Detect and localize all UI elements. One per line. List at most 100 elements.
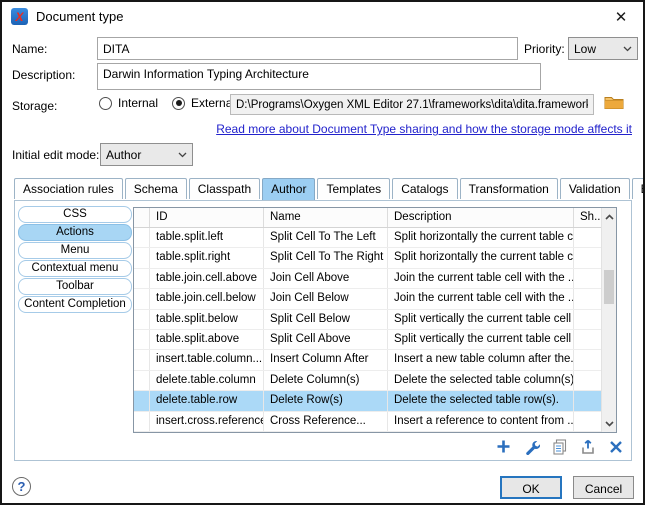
cell-id: table.split.right <box>150 248 264 267</box>
edit-action-wrench-icon[interactable] <box>523 438 540 455</box>
table-row-selected[interactable]: delete.table.row Delete Row(s) Delete th… <box>134 391 616 411</box>
table-row[interactable]: insert.table.column.... Insert Column Af… <box>134 350 616 370</box>
duplicate-action-icon[interactable] <box>551 438 568 455</box>
cell-shortcut <box>574 228 601 247</box>
description-input[interactable]: Darwin Information Typing Architecture <box>97 63 541 90</box>
table-row[interactable]: table.split.below Split Cell Below Split… <box>134 310 616 330</box>
tab-bar: Association rules Schema Classpath Autho… <box>14 178 645 199</box>
tab-templates[interactable]: Templates <box>317 178 390 199</box>
table-row[interactable]: insert.cross.reference Cross Reference..… <box>134 412 616 432</box>
chevron-down-icon <box>178 152 187 158</box>
edit-mode-select[interactable]: Author <box>100 143 193 166</box>
cell-name: Split Cell To The Left <box>264 228 388 247</box>
storage-internal-radio[interactable]: Internal <box>99 96 158 110</box>
window-title: Document type <box>36 9 123 24</box>
table-row[interactable]: table.split.right Split Cell To The Righ… <box>134 248 616 268</box>
tab-schema[interactable]: Schema <box>125 178 187 199</box>
column-header-name[interactable]: Name <box>264 208 388 227</box>
oxygen-app-icon: X <box>11 8 28 25</box>
tab-catalogs[interactable]: Catalogs <box>392 178 457 199</box>
sidebar-item-content-completion[interactable]: Content Completion <box>18 296 132 313</box>
cell-shortcut <box>574 269 601 288</box>
delete-action-icon[interactable] <box>607 438 624 455</box>
storage-label: Storage: <box>12 99 57 113</box>
table-row[interactable]: table.split.left Split Cell To The Left … <box>134 228 616 248</box>
cell-id: insert.table.column.... <box>150 350 264 369</box>
cell-shortcut <box>574 310 601 329</box>
cell-name: Split Cell Above <box>264 330 388 349</box>
cell-shortcut <box>574 391 601 410</box>
cell-shortcut <box>574 412 601 431</box>
radio-circle-icon <box>172 97 185 110</box>
cell-name: Insert Column After <box>264 350 388 369</box>
actions-table: ID Name Description Sh... table.split.le… <box>133 207 617 433</box>
scrollbar-up-icon[interactable] <box>602 209 616 224</box>
priority-select[interactable]: Low <box>568 37 638 60</box>
tab-author[interactable]: Author <box>262 178 315 200</box>
document-type-dialog: X Document type ✕ Name: Priority: Low De… <box>0 0 645 505</box>
tab-classpath[interactable]: Classpath <box>189 178 260 199</box>
column-header-gutter <box>134 208 150 227</box>
cell-description: Split vertically the current table cell … <box>388 310 574 329</box>
name-label: Name: <box>12 42 47 56</box>
export-action-icon[interactable] <box>579 438 596 455</box>
cell-description: Insert a reference to content from ... <box>388 412 574 431</box>
cell-description: Insert a new table column after the... <box>388 350 574 369</box>
help-icon[interactable]: ? <box>12 477 31 496</box>
cell-shortcut <box>574 371 601 390</box>
cell-description: Split horizontally the current table c..… <box>388 228 574 247</box>
sidebar-item-css[interactable]: CSS <box>18 206 132 223</box>
sidebar-item-toolbar[interactable]: Toolbar <box>18 278 132 295</box>
tab-transformation[interactable]: Transformation <box>460 178 558 199</box>
sidebar-item-contextual-menu[interactable]: Contextual menu <box>18 260 132 277</box>
cancel-button[interactable]: Cancel <box>573 476 634 499</box>
table-header-row: ID Name Description Sh... <box>134 208 616 228</box>
cell-description: Join the current table cell with the ... <box>388 289 574 308</box>
browse-folder-icon[interactable] <box>604 94 624 112</box>
cell-id: table.join.cell.above <box>150 269 264 288</box>
close-icon[interactable]: ✕ <box>599 2 643 31</box>
read-more-link[interactable]: Read more about Document Type sharing an… <box>216 122 632 136</box>
cell-id: table.join.cell.below <box>150 289 264 308</box>
cell-shortcut <box>574 350 601 369</box>
scrollbar-down-icon[interactable] <box>602 416 616 431</box>
tab-validation[interactable]: Validation <box>560 178 630 199</box>
storage-external-label: External <box>191 96 235 110</box>
cell-shortcut <box>574 248 601 267</box>
name-input[interactable] <box>97 37 518 60</box>
table-row[interactable]: table.join.cell.below Join Cell Below Jo… <box>134 289 616 309</box>
edit-mode-value: Author <box>106 148 141 162</box>
cell-name: Delete Column(s) <box>264 371 388 390</box>
cell-shortcut <box>574 289 601 308</box>
add-action-icon[interactable] <box>495 438 512 455</box>
table-row[interactable]: delete.table.column Delete Column(s) Del… <box>134 371 616 391</box>
tab-extensions[interactable]: Extensions <box>632 178 645 199</box>
cell-description: Split vertically the current table cell … <box>388 330 574 349</box>
cell-id: insert.cross.reference <box>150 412 264 431</box>
cell-id: table.split.below <box>150 310 264 329</box>
cell-name: Split Cell Below <box>264 310 388 329</box>
tab-association-rules[interactable]: Association rules <box>14 178 123 199</box>
table-row[interactable]: table.join.cell.above Join Cell Above Jo… <box>134 269 616 289</box>
ok-button[interactable]: OK <box>500 476 562 499</box>
actions-toolbar <box>495 438 624 455</box>
storage-internal-label: Internal <box>118 96 158 110</box>
column-header-id[interactable]: ID <box>150 208 264 227</box>
cell-id: table.split.above <box>150 330 264 349</box>
table-row[interactable]: table.split.above Split Cell Above Split… <box>134 330 616 350</box>
cell-description: Delete the selected table column(s). <box>388 371 574 390</box>
cell-name: Join Cell Above <box>264 269 388 288</box>
column-header-shortcut[interactable]: Sh... <box>574 208 601 227</box>
cell-description: Delete the selected table row(s). <box>388 391 574 410</box>
scrollbar-thumb[interactable] <box>604 270 614 304</box>
storage-external-radio[interactable]: External <box>172 96 235 110</box>
author-category-list: CSS Actions Menu Contextual menu Toolbar… <box>18 206 132 314</box>
column-header-description[interactable]: Description <box>388 208 574 227</box>
storage-path-input[interactable] <box>230 94 594 115</box>
sidebar-item-menu[interactable]: Menu <box>18 242 132 259</box>
table-scrollbar[interactable] <box>601 208 616 432</box>
author-tab-panel: CSS Actions Menu Contextual menu Toolbar… <box>14 200 632 461</box>
edit-mode-label: Initial edit mode: <box>12 148 99 162</box>
cell-id: delete.table.column <box>150 371 264 390</box>
sidebar-item-actions[interactable]: Actions <box>18 224 132 241</box>
